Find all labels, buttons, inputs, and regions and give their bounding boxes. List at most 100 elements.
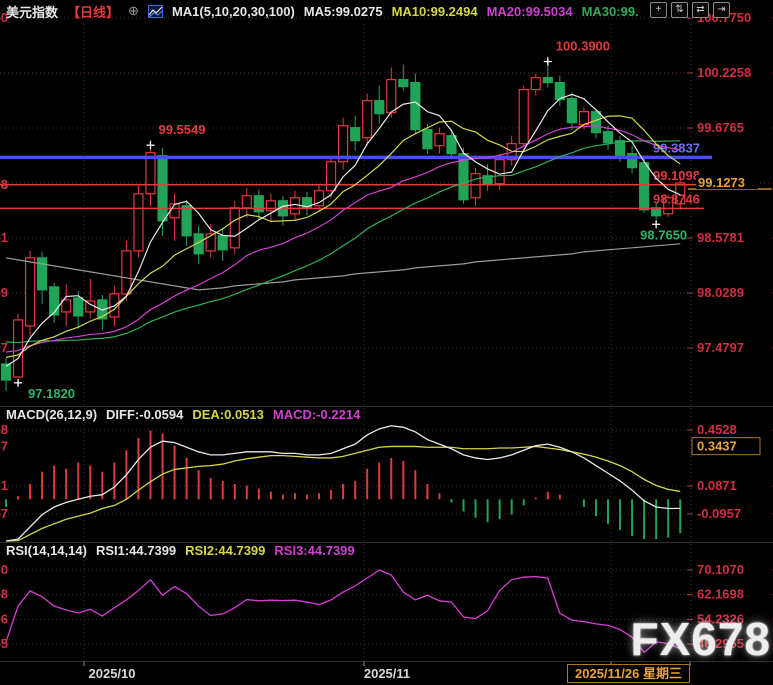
candle-body: [640, 163, 649, 210]
candle-body: [134, 194, 143, 251]
axis-label: 70.1070: [697, 562, 744, 577]
rsi3-value: RSI3:44.7399: [274, 543, 354, 558]
candle-body: [62, 300, 71, 312]
candle-body: [351, 128, 360, 141]
rsi-line: [6, 570, 680, 652]
candle-body: [158, 156, 167, 221]
candle-body: [543, 78, 552, 83]
axis-label: 98.0289: [697, 285, 744, 300]
ma-settings-label[interactable]: MA1(5,10,20,30,100): [172, 4, 295, 19]
candle-body: [471, 174, 480, 198]
circle-plus-icon[interactable]: ⊕: [128, 3, 139, 19]
chart-window: 99.383799.109899.109898.8746100.7750100.…: [0, 0, 773, 685]
candle-body: [423, 130, 432, 149]
candle-body: [435, 134, 444, 146]
current-date-badge: 2025/11/26 星期三: [567, 664, 690, 683]
candle-body: [411, 83, 420, 130]
macd-diff-value: DIFF:-0.0594: [106, 407, 183, 422]
x-axis-month-label: 2025/10: [72, 666, 152, 681]
macd-macd-value: MACD:-0.2214: [273, 407, 360, 422]
candle-body: [230, 208, 239, 248]
current-price-label: 99.1273: [698, 175, 745, 190]
axis-label: 0.4528: [697, 422, 737, 437]
axis-label: 62.1698: [697, 587, 744, 602]
macd-highlight-label: 0.3437: [697, 439, 737, 454]
shift-right-icon[interactable]: ⇥: [713, 2, 730, 18]
candle-body: [447, 136, 456, 154]
x-axis-month-label: 2025/11: [347, 666, 427, 681]
axis-label: 0.0871: [697, 478, 737, 493]
candle-body: [254, 196, 263, 212]
scale-x-axis-icon[interactable]: ⇄: [692, 2, 709, 18]
rsi-pane: [6, 570, 680, 652]
ma10-value-label: MA10:99.2494: [392, 4, 478, 19]
rsi2-value: RSI2:44.7399: [185, 543, 265, 558]
svg-text:99.1098: 99.1098: [0, 177, 8, 192]
svg-text:98.5781: 98.5781: [0, 230, 8, 245]
svg-text:98.0289: 98.0289: [0, 285, 8, 300]
candle-body: [375, 101, 384, 114]
price-line-label: 99.1098: [653, 168, 700, 183]
svg-text:46.2955: 46.2955: [0, 636, 8, 651]
ma5-value-label: MA5:99.0275: [304, 4, 383, 19]
candle-body: [387, 80, 396, 113]
extreme-price-annotation: 100.3900: [556, 39, 610, 54]
macd-diff-line: [6, 426, 680, 541]
extreme-price-annotation: 97.1820: [28, 386, 75, 401]
candle-body: [122, 251, 131, 294]
chart-canvas[interactable]: 99.383799.109899.109898.8746100.7750100.…: [0, 0, 773, 685]
candle-body: [218, 236, 227, 250]
axis-label: 97.4797: [697, 340, 744, 355]
svg-text:-0.0957: -0.0957: [0, 506, 8, 521]
axis-label: -0.0957: [697, 506, 741, 521]
pane-separators: [0, 24, 773, 666]
candle-body: [519, 90, 528, 144]
candle-body: [26, 258, 35, 326]
macd-header: MACD(26,12,9) DIFF:-0.0594 DEA:0.0513 MA…: [6, 407, 360, 422]
ma100-line: [6, 244, 680, 290]
candle-body: [290, 198, 299, 214]
rsi1-value: RSI1:44.7399: [96, 543, 176, 558]
candle-body: [567, 99, 576, 123]
candle-body: [495, 160, 504, 184]
chart-header: 美元指数 【日线】 ⊕ MA1(5,10,20,30,100) MA5:99.0…: [0, 0, 639, 22]
svg-text:97.4797: 97.4797: [0, 340, 8, 355]
chart-style-icon[interactable]: [148, 5, 163, 18]
svg-text:62.1698: 62.1698: [0, 587, 8, 602]
candle-body: [327, 162, 336, 191]
candle-body: [50, 287, 59, 315]
candles-layer: [2, 57, 685, 391]
candle-body: [604, 132, 613, 143]
svg-text:0.4528: 0.4528: [0, 422, 8, 437]
candle-body: [531, 78, 540, 90]
ma20-value-label: MA20:99.5034: [487, 4, 573, 19]
svg-text:54.2326: 54.2326: [0, 611, 8, 626]
pan-icon[interactable]: +: [650, 2, 667, 18]
rsi-settings-label[interactable]: RSI(14,14,14): [6, 543, 87, 558]
chart-toolbar: + ⇅ ⇄ ⇥: [650, 2, 730, 18]
macd-dea-value: DEA:0.0513: [192, 407, 264, 422]
axis-label: 98.5781: [697, 230, 744, 245]
axis-label: 100.2258: [697, 65, 751, 80]
extreme-price-annotation: 98.7650: [640, 227, 687, 242]
candle-body: [266, 201, 275, 211]
extreme-price-annotation: 99.5549: [158, 122, 205, 137]
candle-body: [182, 206, 191, 236]
candle-body: [399, 80, 408, 87]
candle-body: [14, 320, 23, 377]
candle-body: [2, 364, 11, 380]
axis-label: 99.6765: [697, 120, 744, 135]
candle-body: [74, 298, 83, 316]
period-label[interactable]: 【日线】: [67, 2, 119, 21]
macd-settings-label[interactable]: MACD(26,12,9): [6, 407, 97, 422]
candle-body: [579, 112, 588, 125]
candle-body: [242, 196, 251, 208]
candle-body: [170, 204, 179, 218]
candle-body: [38, 258, 47, 290]
annotations: 99.5549 100.3900 97.1820 98.7650: [14, 39, 687, 401]
horizontal-price-lines: 99.383799.109899.109898.8746: [0, 140, 712, 208]
scale-y-axis-icon[interactable]: ⇅: [671, 2, 688, 18]
candle-body: [363, 101, 372, 138]
svg-text:70.1070: 70.1070: [0, 562, 8, 577]
instrument-title: 美元指数: [6, 2, 58, 21]
